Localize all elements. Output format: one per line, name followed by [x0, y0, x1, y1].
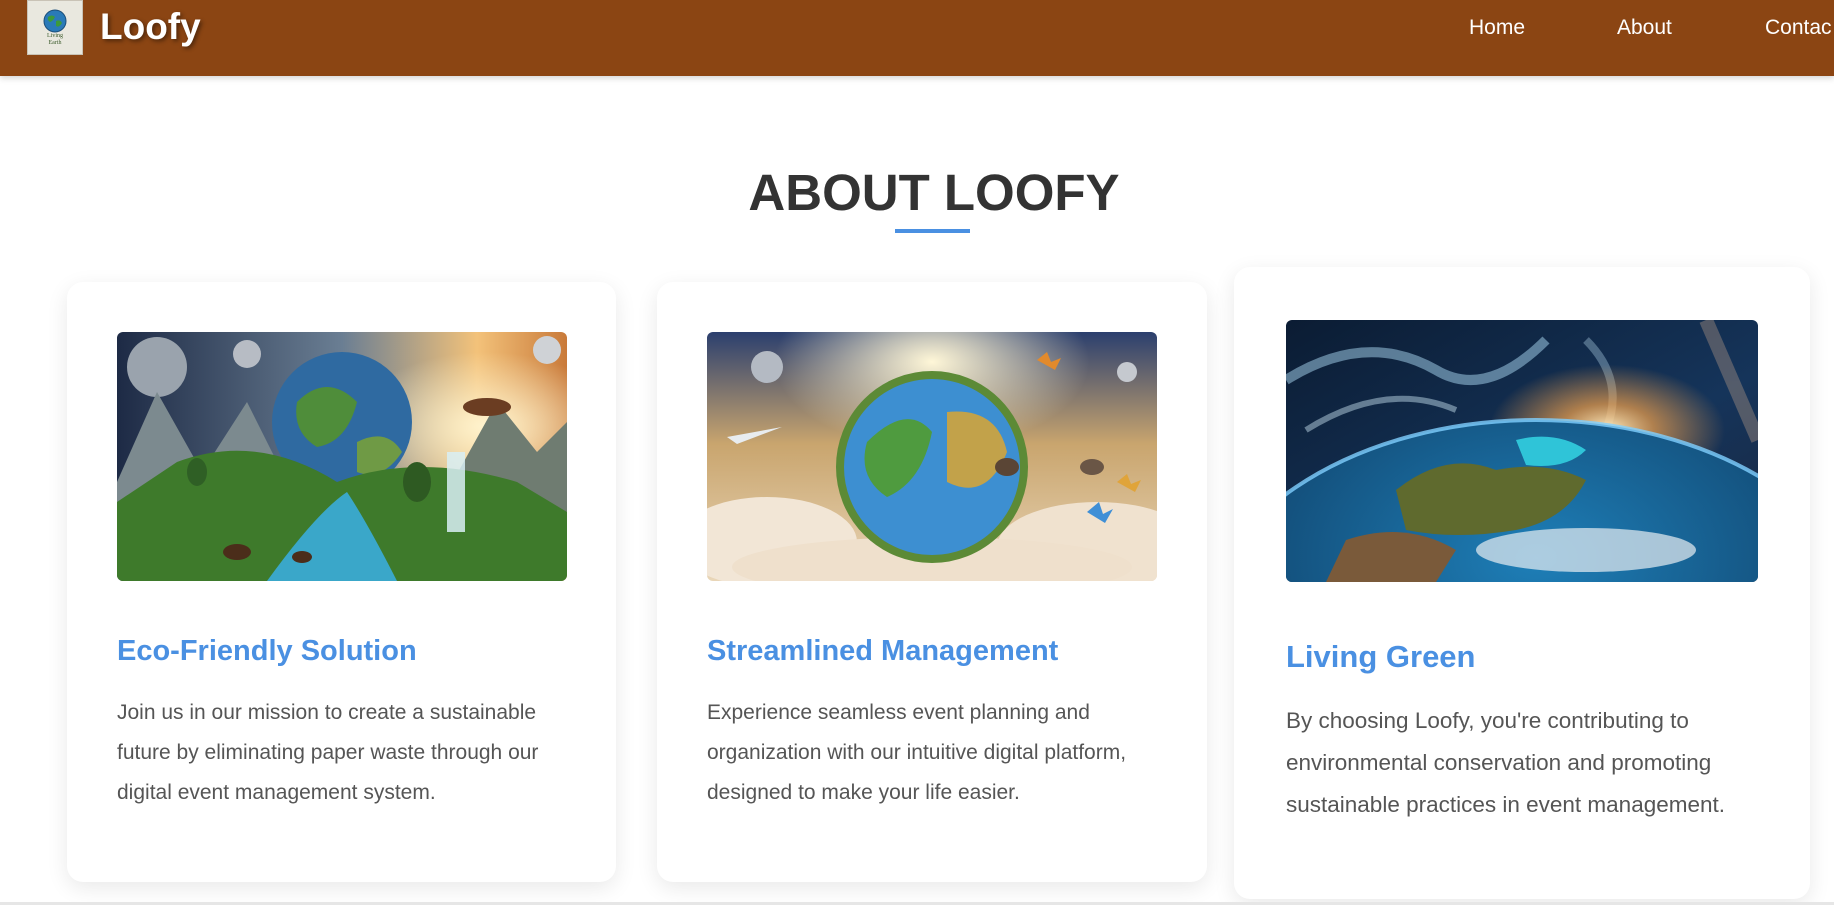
logo-text-line1: Living	[47, 32, 63, 39]
earth-from-space-image	[1286, 320, 1758, 582]
logo[interactable]: Living Earth	[27, 0, 83, 55]
card-text: By choosing Loofy, you're contributing t…	[1286, 708, 1726, 817]
logo-text-line2: Earth	[48, 39, 62, 46]
card-text: Join us in our mission to create a susta…	[117, 701, 539, 804]
card-heading: Living Green	[1286, 639, 1476, 674]
section-title: ABOUT LOOFY	[748, 164, 1120, 221]
feature-card-living-green: Living Green By choosing Loofy, you're c…	[1234, 267, 1810, 899]
feature-card-streamlined: Streamlined Management Experience seamle…	[657, 282, 1207, 882]
brand-name[interactable]: Loofy	[100, 6, 201, 48]
nav-about[interactable]: About	[1617, 16, 1672, 40]
nav-contact[interactable]: Contac	[1765, 16, 1832, 40]
site-header: Living Earth Loofy Home About Contac	[0, 0, 1834, 76]
earth-wildlife-fantasy-image	[117, 332, 567, 581]
earth-clouds-butterflies-image	[707, 332, 1157, 581]
main-nav: Home About Contac	[1469, 16, 1834, 40]
card-heading: Streamlined Management	[707, 635, 1059, 667]
nav-home[interactable]: Home	[1469, 16, 1525, 40]
title-underline	[895, 229, 970, 233]
card-text: Experience seamless event planning and o…	[707, 701, 1127, 804]
card-heading: Eco-Friendly Solution	[117, 635, 417, 667]
feature-card-eco-friendly: Eco-Friendly Solution Join us in our mis…	[67, 282, 616, 882]
globe-icon	[43, 9, 67, 32]
